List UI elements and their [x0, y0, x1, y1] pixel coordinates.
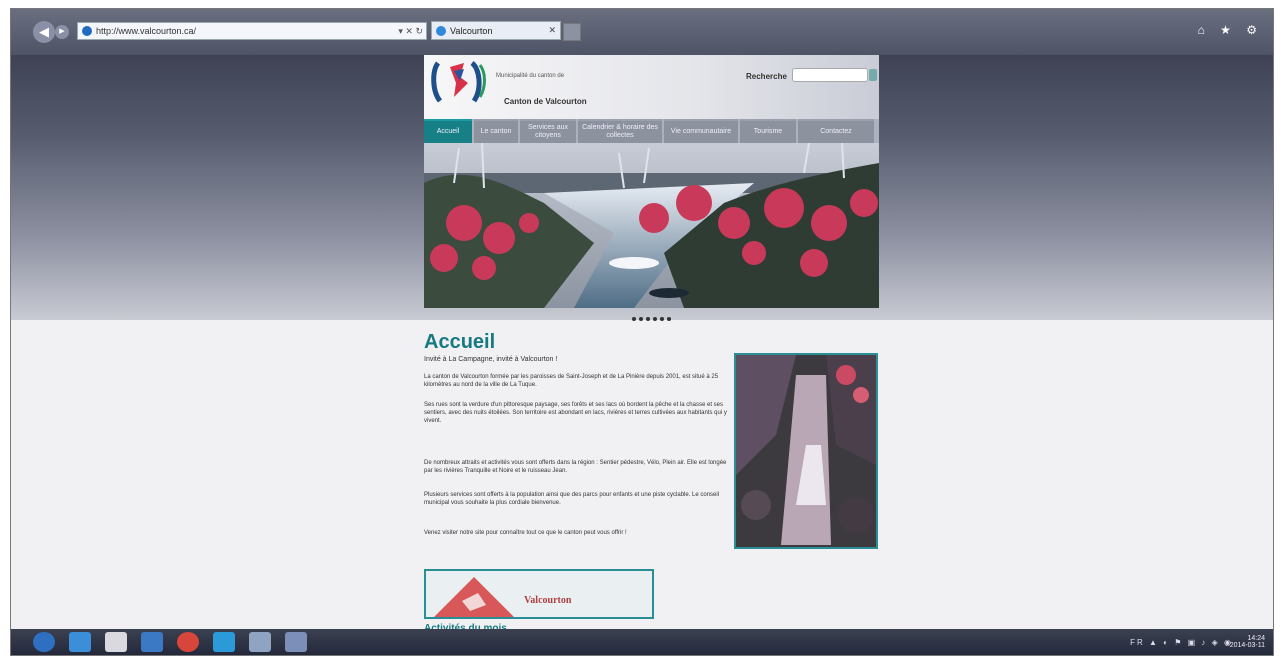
slider-dot[interactable]: [646, 317, 650, 321]
screenshot-frame: ◀ ▶ http://www.valcourton.ca/ ▾ ✕ ↻ Valc…: [10, 8, 1274, 656]
taskbar-clock[interactable]: 14:24 2014-03-11: [1230, 635, 1265, 649]
municipal-logo-icon[interactable]: [430, 57, 492, 105]
org-name: Canton de Valcourton: [504, 97, 587, 106]
search-input[interactable]: [792, 68, 868, 82]
ad-house-icon: [434, 577, 514, 617]
site-container: Municipalité du canton de Canton de Valc…: [424, 55, 879, 634]
paragraph: La canton de Valcourton formée par les p…: [424, 374, 719, 388]
waterfall-photo: [734, 353, 878, 549]
org-tagline: Municipalité du canton de: [496, 73, 565, 79]
site-header: Municipalité du canton de Canton de Valc…: [424, 55, 879, 119]
slider-dot[interactable]: [632, 317, 636, 321]
page-title: Accueil: [424, 331, 496, 353]
menu-item-accueil[interactable]: Accueil: [424, 119, 472, 143]
ad-text: Valcourton: [524, 595, 572, 606]
slider-dot[interactable]: [639, 317, 643, 321]
explorer-icon[interactable]: [69, 632, 91, 652]
menu-item-le-canton[interactable]: Le canton: [474, 119, 518, 143]
browser-tools[interactable]: ⌂ ★ ⚙: [1198, 23, 1263, 37]
word-icon[interactable]: [249, 632, 271, 652]
tab-valcourton[interactable]: Valcourton ✕: [431, 21, 561, 40]
menu-item-vie-communautaire[interactable]: Vie communautaire: [664, 119, 738, 143]
app-icon[interactable]: [285, 632, 307, 652]
menu-item-tourisme[interactable]: Tourisme: [740, 119, 796, 143]
system-tray[interactable]: FR ▲ ◐ ⚑ ▣ ♪ ◈ ◉: [1130, 638, 1233, 647]
slider-dot[interactable]: [653, 317, 657, 321]
tab-label: Valcourton: [450, 25, 493, 36]
site-favicon: [82, 26, 92, 36]
hero-banner-image: [424, 142, 879, 308]
address-bar[interactable]: http://www.valcourton.ca/ ▾ ✕ ↻: [77, 22, 427, 40]
slider-dot[interactable]: [660, 317, 664, 321]
slider-dots: [424, 313, 879, 331]
main-menu: Accueil Le canton Services aux citoyens …: [424, 119, 879, 143]
skype-icon[interactable]: [213, 632, 235, 652]
page-subtitle: Invité à La Campagne, invité à Valcourto…: [424, 356, 558, 363]
search-go-button[interactable]: [869, 69, 877, 81]
paragraph: Ses rues sont la verdure d'un pittoresqu…: [424, 402, 727, 424]
tab-favicon: [436, 25, 446, 36]
paragraph: De nombreux attraits et activités vous s…: [424, 460, 727, 474]
menu-item-contactez[interactable]: Contactez: [798, 119, 874, 143]
paragraph: Venez visiter notre site pour connaître …: [424, 530, 627, 536]
back-icon[interactable]: ◀: [33, 21, 55, 43]
slider-dot[interactable]: [667, 317, 671, 321]
browser-toolbar: ◀ ▶ http://www.valcourton.ca/ ▾ ✕ ↻ Valc…: [11, 9, 1273, 55]
menu-item-services[interactable]: Services aux citoyens: [520, 119, 576, 143]
new-tab-button[interactable]: [563, 23, 581, 41]
close-tab-icon[interactable]: ✕: [548, 25, 560, 36]
clock-date: 2014-03-11: [1229, 642, 1265, 649]
folder-icon[interactable]: [105, 632, 127, 652]
windows-taskbar: FR ▲ ◐ ⚑ ▣ ♪ ◈ ◉ 14:24 2014-03-11: [11, 629, 1273, 655]
search-label: Recherche: [746, 72, 787, 81]
forward-icon[interactable]: ▶: [55, 25, 69, 39]
advertisement-banner[interactable]: Valcourton: [424, 569, 654, 619]
address-controls[interactable]: ▾ ✕ ↻: [398, 26, 426, 37]
chrome-icon[interactable]: [177, 632, 199, 652]
media-icon[interactable]: [141, 632, 163, 652]
start-icon[interactable]: [33, 632, 55, 652]
menu-item-calendrier[interactable]: Calendrier & horaire des collectes: [578, 119, 662, 143]
clock-time: 14:24: [1247, 635, 1265, 642]
address-text: http://www.valcourton.ca/: [96, 26, 197, 36]
paragraph: Plusieurs services sont offerts à la pop…: [424, 492, 720, 506]
